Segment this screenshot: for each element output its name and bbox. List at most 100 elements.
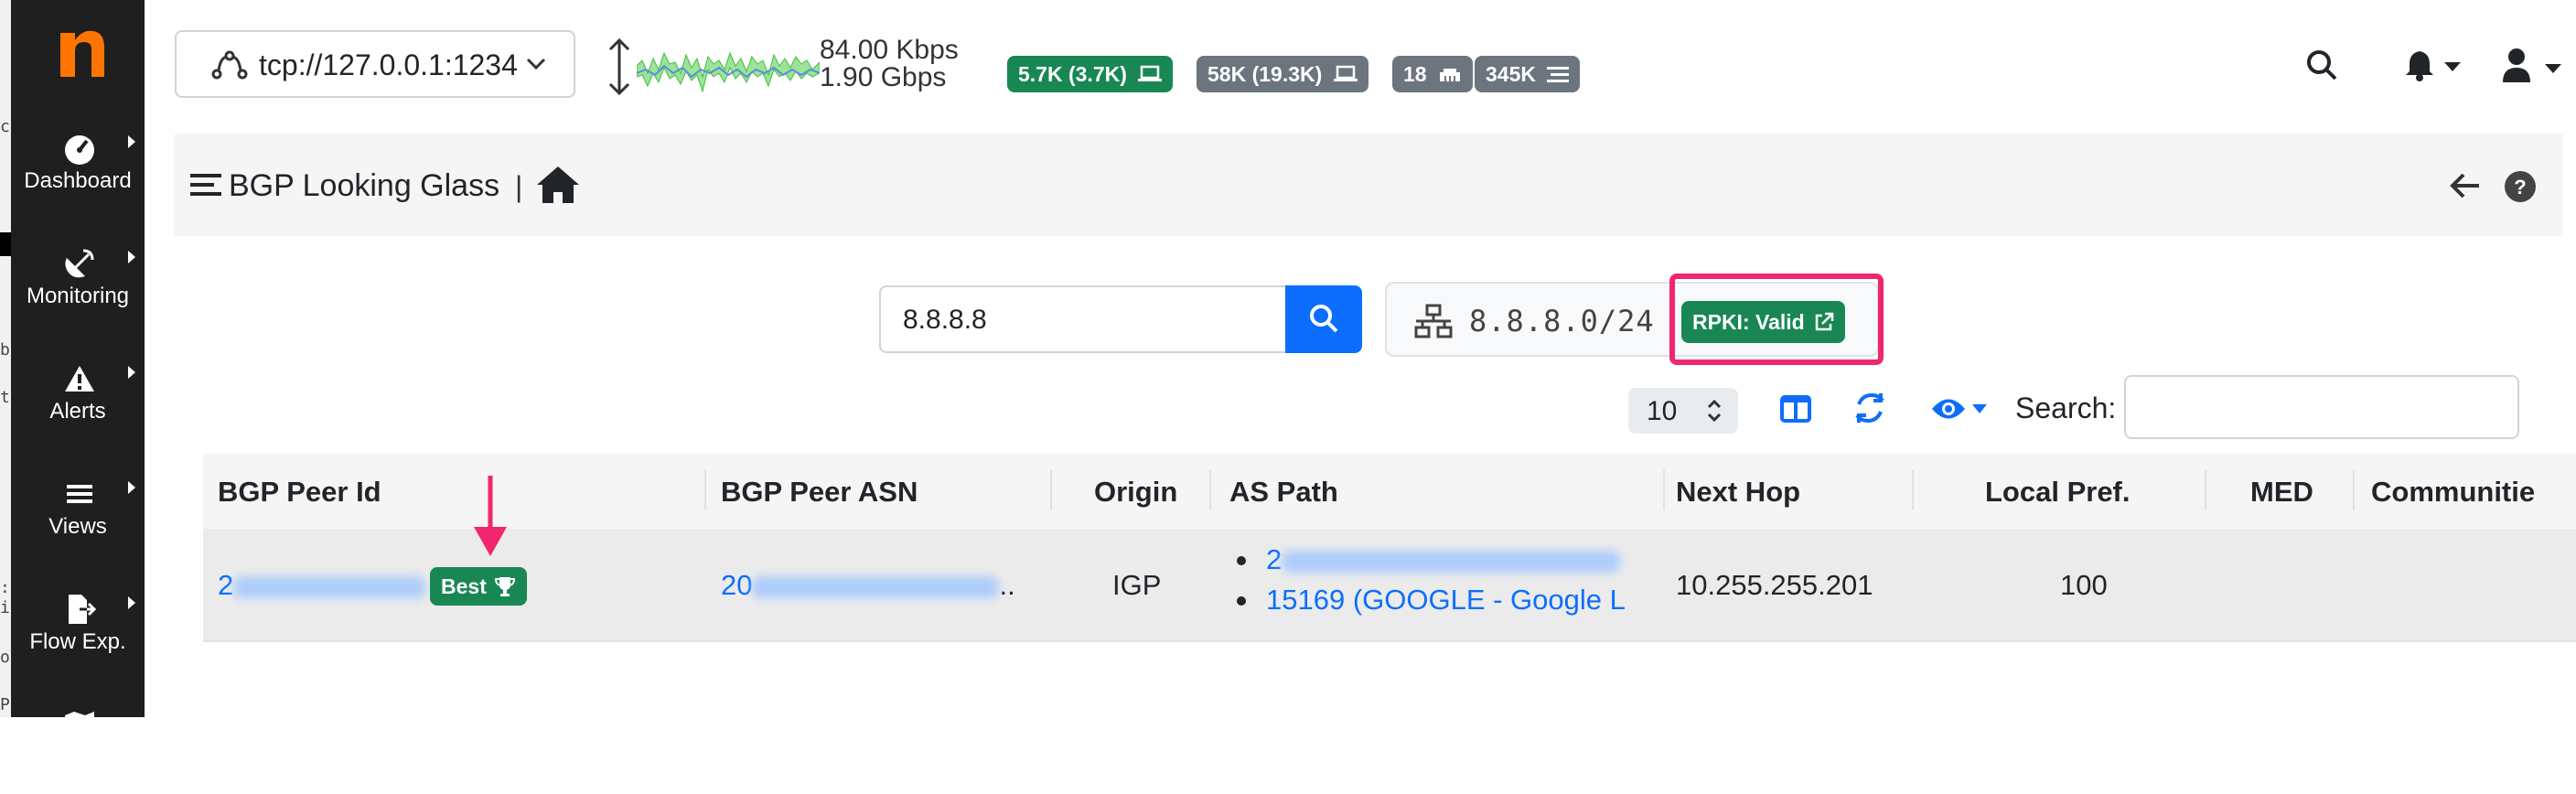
table-search-input[interactable] [2124,375,2519,439]
devices-badge[interactable]: 18 [1392,56,1473,92]
sidebar-item-label: Monitoring [26,284,130,308]
columns-icon[interactable] [1780,390,1811,426]
sidebar-item-views[interactable]: Views [11,463,145,563]
column-divider [2353,470,2355,510]
annotation-arrow-icon [474,476,507,556]
up-down-arrows-icon [608,38,630,96]
submenu-caret-icon [128,251,135,263]
sidebar-item-flow-exp[interactable]: Flow Exp. [11,578,145,679]
rpki-label: RPKI: Valid [1692,310,1805,334]
column-header-peer-id[interactable]: BGP Peer Id [218,476,381,509]
page-header: BGP Looking Glass | ? [174,134,2563,236]
bars-icon [67,485,92,503]
caret-down-icon [1972,404,1987,413]
best-route-badge: Best [430,567,528,606]
as-path-cell: 2 15169 (GOOGLE - Google L [1229,540,1650,620]
sidebar-item-monitoring[interactable]: Monitoring [11,232,145,333]
svg-text:?: ? [2514,176,2526,198]
menu-toggle-icon[interactable] [190,172,221,198]
submenu-caret-icon [128,366,135,379]
flows-badge[interactable]: 345K [1475,56,1581,92]
user-icon [2503,48,2530,82]
gauge-icon [65,135,94,165]
title-separator: | [515,170,523,203]
download-rate: 1.90 Gbps [820,62,947,92]
caret-down-icon [2545,64,2561,73]
lookup-search-button[interactable] [1285,285,1362,353]
truncation-ellipsis: .. [999,569,1015,601]
search-icon [1310,305,1338,333]
peer-id-link[interactable]: 2 [218,569,426,602]
throughput-sparkline [637,51,820,93]
submenu-caret-icon [128,596,135,609]
column-divider [1050,470,1052,510]
redacted-value [1282,550,1621,573]
table-search-label: Search: [2015,392,2117,424]
help-icon[interactable]: ? [2504,170,2537,203]
sidebar-item-maps[interactable] [11,693,145,794]
column-header-peer-asn[interactable]: BGP Peer ASN [721,476,918,509]
peer-id-text: 2 [218,569,234,601]
column-divider [2205,470,2206,510]
badge-label: 5.7K (3.7K) [1018,62,1127,86]
sidebar-item-label: Dashboard [24,168,132,193]
column-header-local-pref[interactable]: Local Pref. [1985,476,2131,509]
sidebar-item-dashboard[interactable]: Dashboard [11,117,145,218]
local-pref-cell: 100 [2060,569,2108,601]
badge-label: 18 [1403,62,1427,86]
lookup-input[interactable] [901,304,1271,337]
user-menu[interactable] [2501,48,2565,84]
total-hosts-badge[interactable]: 58K (19.3K) [1197,56,1368,92]
home-icon[interactable] [535,165,581,205]
search-icon[interactable] [2305,48,2338,84]
sidebar-item-alerts[interactable]: Alerts [11,348,145,448]
column-divider [704,470,706,510]
warning-icon [65,366,94,392]
sidebar-item-label: Alerts [49,399,106,424]
submenu-caret-icon [128,135,135,148]
map-icon [65,712,94,741]
caret-down-icon [2444,62,2461,71]
badge-label: 345K [1486,62,1536,86]
bell-icon [2406,51,2433,81]
back-arrow-icon[interactable] [2450,172,2481,199]
active-hosts-badge[interactable]: 5.7K (3.7K) [1007,56,1174,92]
column-header-communities[interactable]: Communitie [2371,476,2535,509]
visibility-toggle[interactable] [1930,390,1991,426]
column-header-origin[interactable]: Origin [1094,476,1177,509]
column-divider [1209,470,1211,510]
refresh-icon[interactable] [1853,390,1886,426]
page-title: BGP Looking Glass [229,168,500,203]
badge-label: 58K (19.3K) [1208,62,1323,86]
network-prefix: 8.8.8.0/24 [1469,304,1655,338]
as-path-link: 2 [1266,543,1283,575]
interface-label: tcp://127.0.0.1:1234 [259,48,518,81]
column-header-med[interactable]: MED [2250,476,2313,509]
as-path-item[interactable]: 15169 (GOOGLE - Google L [1229,580,1650,620]
laptop-icon [1333,65,1358,81]
rpki-status-badge[interactable]: RPKI: Valid [1681,301,1846,343]
file-export-icon [69,595,97,624]
as-path-item[interactable]: 2 [1229,540,1650,580]
submenu-caret-icon [128,481,135,494]
notifications-menu[interactable] [2404,48,2464,84]
ntopng-logo[interactable] [55,20,108,80]
best-label: Best [441,574,487,598]
network-wired-icon [1414,304,1453,338]
laptop-icon [1138,65,1163,81]
external-link-icon [1815,312,1834,331]
sidebar-item-label: Views [48,514,107,539]
as-path-link: 15169 (GOOGLE - Google L [1266,584,1626,616]
page-length-select[interactable]: 10 [1628,388,1738,434]
redacted-value [752,575,1000,598]
eye-icon [1932,399,1965,419]
interface-selector[interactable]: tcp://127.0.0.1:1234 [175,30,575,98]
column-header-as-path[interactable]: AS Path [1229,476,1338,509]
origin-cell: IGP [1112,569,1162,601]
table-header: BGP Peer Id BGP Peer ASN Origin AS Path … [203,454,2576,531]
traffic-rates: 84.00 Kbps 1.90 Gbps [820,37,959,91]
table-row: 2 Best 20.. IGP 2 15169 (GOOGLE - Google… [203,529,2576,642]
peer-asn-link[interactable]: 20.. [721,569,1015,602]
redacted-value [233,575,426,598]
column-header-next-hop[interactable]: Next Hop [1676,476,1800,509]
